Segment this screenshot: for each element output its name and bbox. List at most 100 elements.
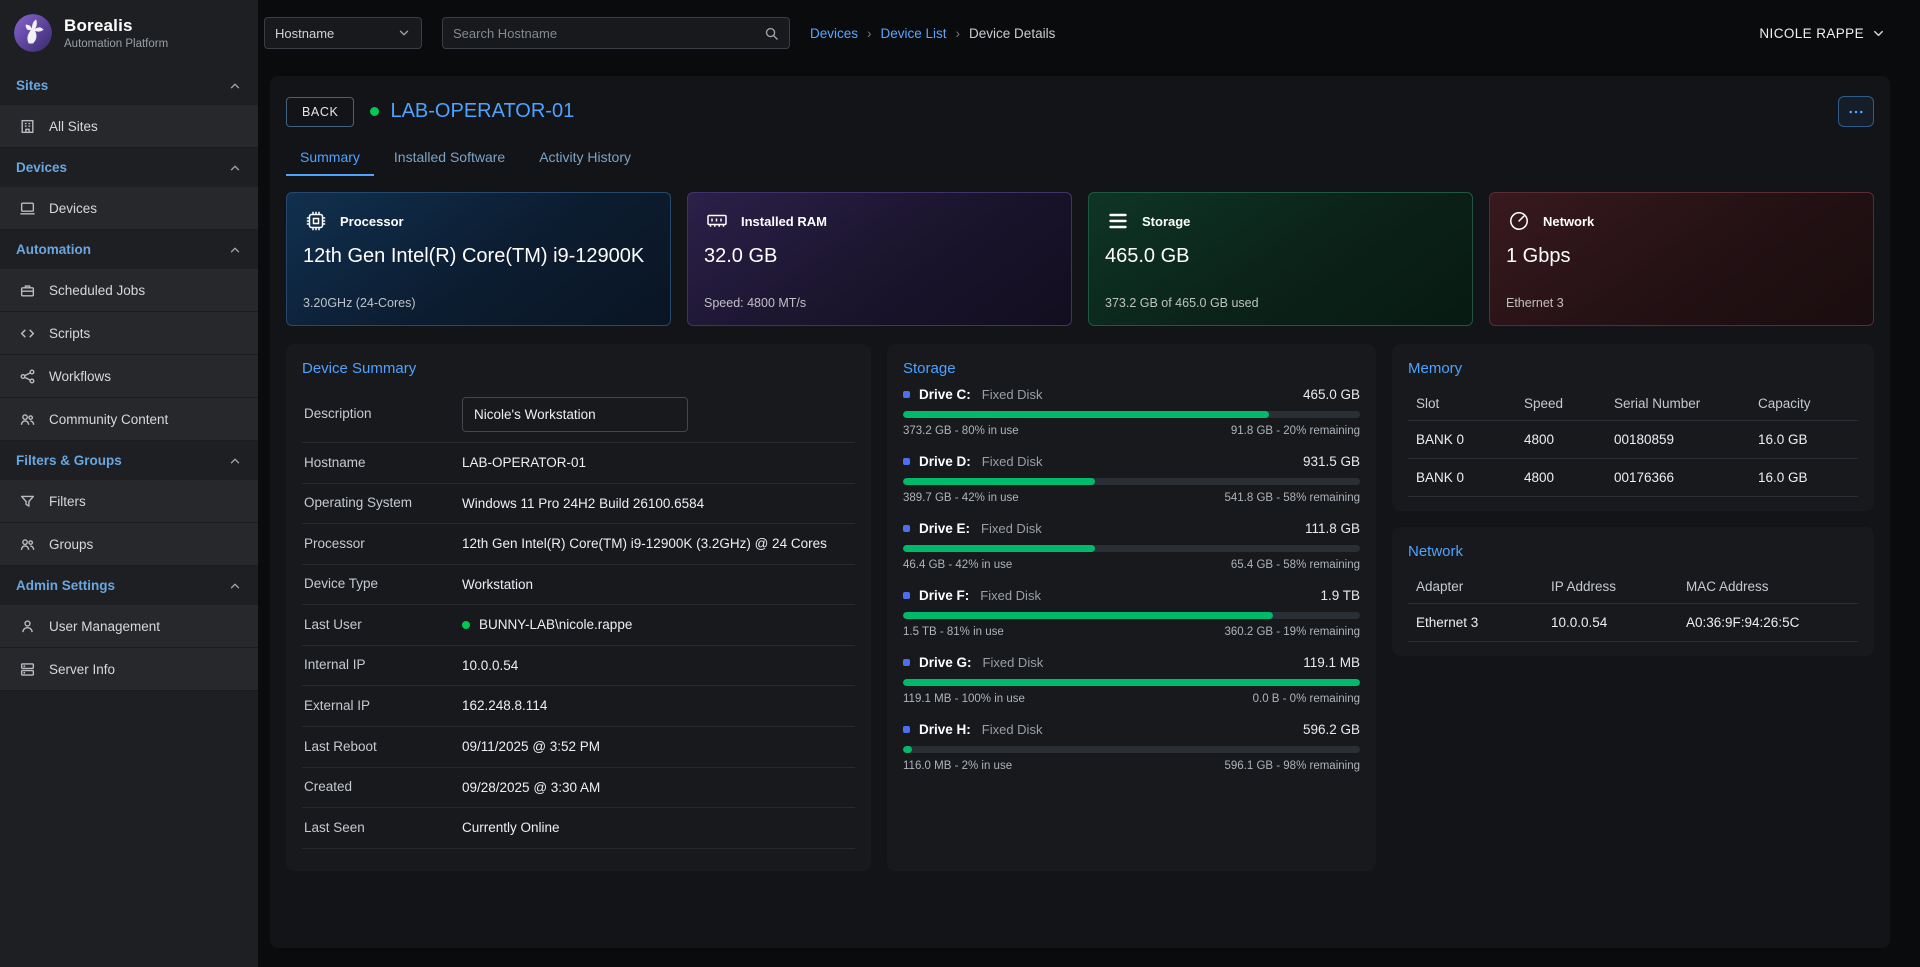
filters-icon [18,492,36,510]
drive-bullet-icon [903,592,910,599]
summary-value: 09/11/2025 @ 3:52 PM [462,737,600,757]
tab-summary[interactable]: Summary [286,139,374,176]
memory-slot: BANK 0 [1408,421,1516,459]
hostname-filter-label: Hostname [275,26,334,41]
storage-card: Storage 465.0 GB 373.2 GB of 465.0 GB us… [1088,192,1473,326]
stat-card-value: 12th Gen Intel(R) Core(TM) i9-12900K [303,245,654,268]
drive-bullet-icon [903,458,910,465]
summary-label: Created [304,778,462,796]
sidebar-item-groups[interactable]: Groups [0,523,258,566]
drive-used: 116.0 MB - 2% in use [903,760,1012,772]
search-icon[interactable] [764,26,779,41]
hostname-filter-dropdown[interactable]: Hostname [264,17,422,49]
summary-row-description: Description [302,387,855,443]
sidebar-section-sites[interactable]: Sites [0,66,258,105]
storage-icon [1105,208,1131,234]
stat-card-value: 465.0 GB [1105,245,1456,268]
sidebar-item-scheduled-jobs[interactable]: Scheduled Jobs [0,269,258,312]
summary-label: Operating System [304,494,462,512]
drive-remaining: 596.1 GB - 98% remaining [1224,760,1360,772]
sidebar-item-scripts[interactable]: Scripts [0,312,258,355]
stat-card-title: Processor [340,214,404,229]
user-menu[interactable]: NICOLE RAPPE [1759,26,1886,41]
search-box [442,17,790,49]
search-input[interactable] [453,26,764,41]
column-header: IP Address [1543,570,1678,604]
network-ip: 10.0.0.54 [1543,604,1678,642]
drive-used: 389.7 GB - 42% in use [903,492,1019,504]
right-column: Memory Slot Speed Serial Number Capacity [1392,344,1874,656]
drive-size: 111.8 GB [1305,521,1360,536]
sidebar-section-filters-groups[interactable]: Filters & Groups [0,441,258,480]
network-table: Adapter IP Address MAC Address Ethernet … [1408,570,1858,642]
drive-used: 1.5 TB - 81% in use [903,626,1004,638]
drive-type: Fixed Disk [982,387,1043,402]
sidebar-section-admin-settings[interactable]: Admin Settings [0,566,258,605]
column-header: Capacity [1750,387,1858,421]
stat-card-title: Network [1543,214,1594,229]
sidebar-item-label: Server Info [49,662,115,677]
user-menu-label: NICOLE RAPPE [1759,26,1864,41]
more-options-button[interactable] [1838,96,1874,127]
device-tabs: Summary Installed Software Activity Hist… [286,139,1874,176]
sidebar-item-all-sites[interactable]: All Sites [0,105,258,148]
sidebar-item-filters[interactable]: Filters [0,480,258,523]
drive-usage-bar [903,411,1360,418]
brand-subtitle: Automation Platform [64,38,168,50]
summary-row-processor: Processor 12th Gen Intel(R) Core(TM) i9-… [302,524,855,565]
drive-type: Fixed Disk [982,454,1043,469]
breadcrumb-separator: › [956,26,961,41]
tab-activity-history[interactable]: Activity History [525,139,645,176]
table-row: BANK 0 4800 00176366 16.0 GB [1408,459,1858,497]
drive-row-g: Drive G: Fixed Disk 119.1 MB 119.1 MB - … [903,655,1360,705]
workflows-icon [18,367,36,385]
summary-label: Processor [304,535,462,553]
sidebar-item-devices[interactable]: Devices [0,187,258,230]
table-header-row: Adapter IP Address MAC Address [1408,570,1858,604]
sidebar-item-user-management[interactable]: User Management [0,605,258,648]
sidebar-item-server-info[interactable]: Server Info [0,648,258,691]
drive-usage-bar [903,478,1360,485]
breadcrumb-link-devices[interactable]: Devices [810,26,858,41]
sidebar-item-community-content[interactable]: Community Content [0,398,258,441]
chevron-up-icon [228,579,242,593]
column-header: MAC Address [1678,570,1858,604]
drive-size: 119.1 MB [1303,655,1360,670]
brand-header[interactable]: Borealis Automation Platform [0,0,258,66]
sidebar-section-devices[interactable]: Devices [0,148,258,187]
memory-panel: Memory Slot Speed Serial Number Capacity [1392,344,1874,511]
groups-icon [18,535,36,553]
drive-row-e: Drive E: Fixed Disk 111.8 GB 46.4 GB - 4… [903,521,1360,571]
stat-card-footer: 373.2 GB of 465.0 GB used [1105,296,1456,310]
summary-row-external-ip: External IP 162.248.8.114 [302,686,855,727]
description-input[interactable] [462,397,688,432]
breadcrumb-separator: › [867,26,872,41]
summary-row-hostname: Hostname LAB-OPERATOR-01 [302,443,855,484]
stat-card-value: 32.0 GB [704,245,1055,268]
sidebar-item-label: Groups [49,537,93,552]
network-panel: Network Adapter IP Address MAC Address [1392,527,1874,656]
network-icon [1506,208,1532,234]
column-header: Speed [1516,387,1606,421]
drive-name: Drive C: [919,387,971,402]
memory-capacity: 16.0 GB [1750,459,1858,497]
storage-panel: Storage Drive C: Fixed Disk 465.0 GB 373… [887,344,1376,871]
breadcrumb-link-device-list[interactable]: Device List [881,26,947,41]
drive-name: Drive H: [919,722,971,737]
drive-bullet-icon [903,391,910,398]
tab-installed-software[interactable]: Installed Software [380,139,519,176]
chevron-down-icon [397,26,411,40]
breadcrumb-current: Device Details [969,26,1055,41]
stat-card-footer: 3.20GHz (24-Cores) [303,296,654,310]
sidebar-section-automation[interactable]: Automation [0,230,258,269]
chevron-up-icon [228,161,242,175]
summary-label: Device Type [304,575,462,593]
device-summary-panel: Device Summary Description Hostname LAB-… [286,344,871,871]
drive-size: 931.5 GB [1303,454,1360,469]
sidebar-item-workflows[interactable]: Workflows [0,355,258,398]
drive-bullet-icon [903,659,910,666]
back-button[interactable]: BACK [286,97,354,127]
summary-row-last-reboot: Last Reboot 09/11/2025 @ 3:52 PM [302,727,855,768]
network-mac: A0:36:9F:94:26:5C [1678,604,1858,642]
panel-title: Storage [903,360,1360,377]
